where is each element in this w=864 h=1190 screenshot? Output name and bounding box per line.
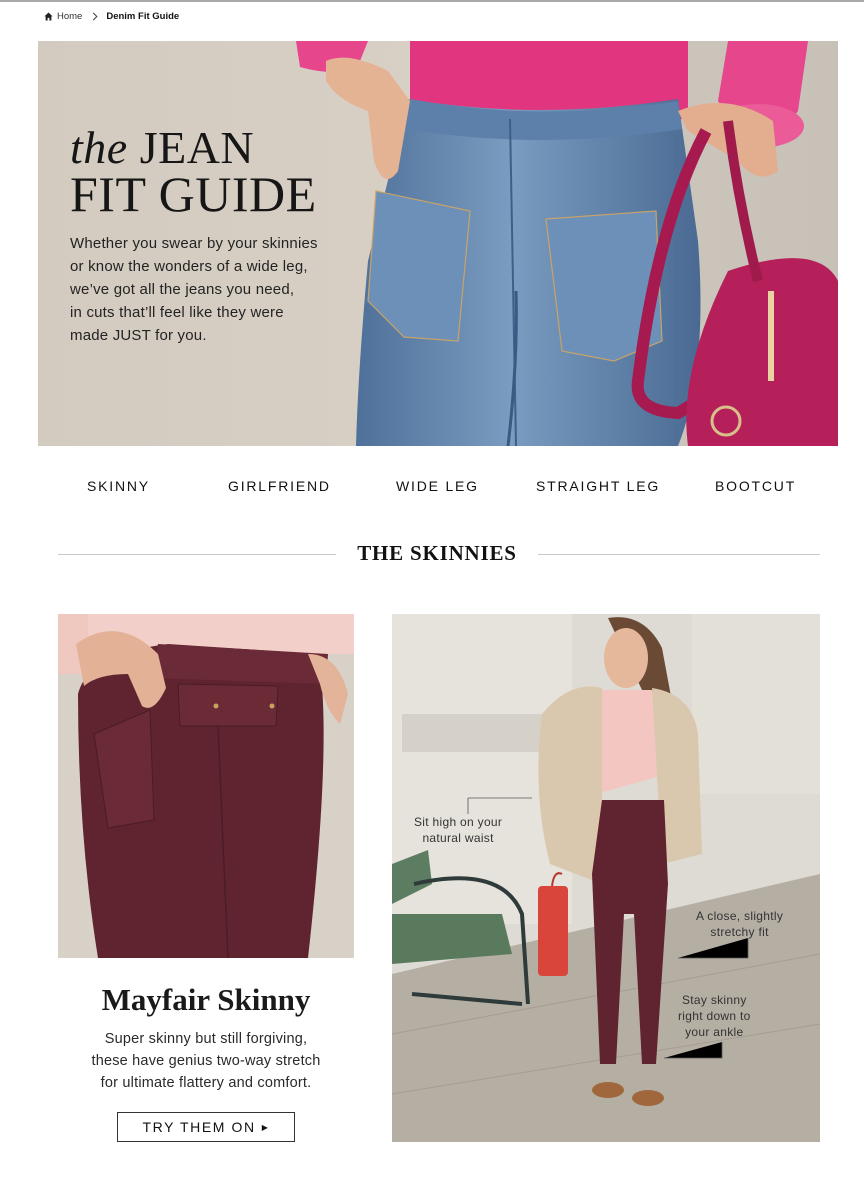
product-desc-line: Super skinny but still forgiving, (104, 1031, 308, 1047)
annotation-waist: Sit high on your natural waist (414, 814, 502, 846)
try-them-on-label: TRY THEM ON (142, 1119, 256, 1135)
top-divider (0, 0, 864, 2)
hero-banner: the JEAN FIT GUIDE Whether you swear by … (38, 41, 838, 446)
fit-nav: SKINNY GIRLFRIEND WIDE LEG STRAIGHT LEG … (38, 478, 838, 498)
fit-nav-girlfriend[interactable]: GIRLFRIEND (228, 478, 331, 494)
annotation-waist-line: natural waist (422, 831, 494, 845)
annotation-waist-line: Sit high on your (414, 815, 503, 829)
annotation-ankle-line: right down to (678, 1009, 751, 1023)
hero-title-line2: FIT GUIDE (70, 166, 317, 222)
annotation-ankle-line: your ankle (685, 1025, 744, 1039)
hero-text-line: we’ve got all the jeans you need, (70, 281, 295, 298)
home-icon (44, 11, 53, 21)
product-desc-line: these have genius two-way stretch (91, 1053, 321, 1069)
try-them-on-button[interactable]: TRY THEM ON ▶ (117, 1112, 295, 1142)
breadcrumb-home-label: Home (57, 10, 83, 22)
product-image[interactable] (58, 614, 354, 958)
fit-nav-wide-leg[interactable]: WIDE LEG (396, 478, 479, 494)
annotation-ankle: Stay skinny right down to your ankle (678, 992, 751, 1040)
breadcrumb: Home Denim Fit Guide (44, 9, 179, 23)
model-look-image[interactable]: Sit high on your natural waist A close, … (392, 614, 820, 1142)
hero-text-line: in cuts that’ll feel like they were (70, 304, 284, 321)
annotation-fit: A close, slightly stretchy fit (696, 908, 783, 940)
annotation-fit-line: A close, slightly (696, 909, 784, 923)
annotation-ankle-line: Stay skinny (681, 993, 747, 1007)
product-name: Mayfair Skinny (101, 982, 311, 1017)
product-desc-line: for ultimate flattery and comfort. (100, 1075, 312, 1091)
triangle-right-icon: ▶ (261, 1122, 270, 1132)
hero-text-line: or know the wonders of a wide leg, (70, 258, 308, 275)
hero-text-line: made JUST for you. (70, 327, 207, 344)
section-divider-right (538, 554, 820, 555)
fit-nav-bootcut[interactable]: BOOTCUT (715, 478, 796, 494)
section-divider-left (58, 554, 336, 555)
breadcrumb-current: Denim Fit Guide (106, 10, 180, 22)
annotation-fit-line: stretchy fit (710, 925, 769, 939)
hero-description: Whether you swear by your skinnies or kn… (70, 232, 370, 347)
model-street-photo (392, 614, 820, 1142)
fit-nav-straight-leg[interactable]: STRAIGHT LEG (536, 478, 660, 494)
fit-nav-skinny[interactable]: SKINNY (87, 478, 150, 494)
product-description: Super skinny but still forgiving, these … (58, 1028, 354, 1094)
hero-title: the JEAN FIT GUIDE (70, 125, 317, 222)
burgundy-jeans-image (58, 614, 354, 958)
chevron-right-icon (92, 12, 98, 21)
hero-text-line: Whether you swear by your skinnies (70, 235, 318, 252)
breadcrumb-home-link[interactable]: Home (44, 11, 82, 22)
section-title: THE SKINNIES (357, 541, 517, 565)
